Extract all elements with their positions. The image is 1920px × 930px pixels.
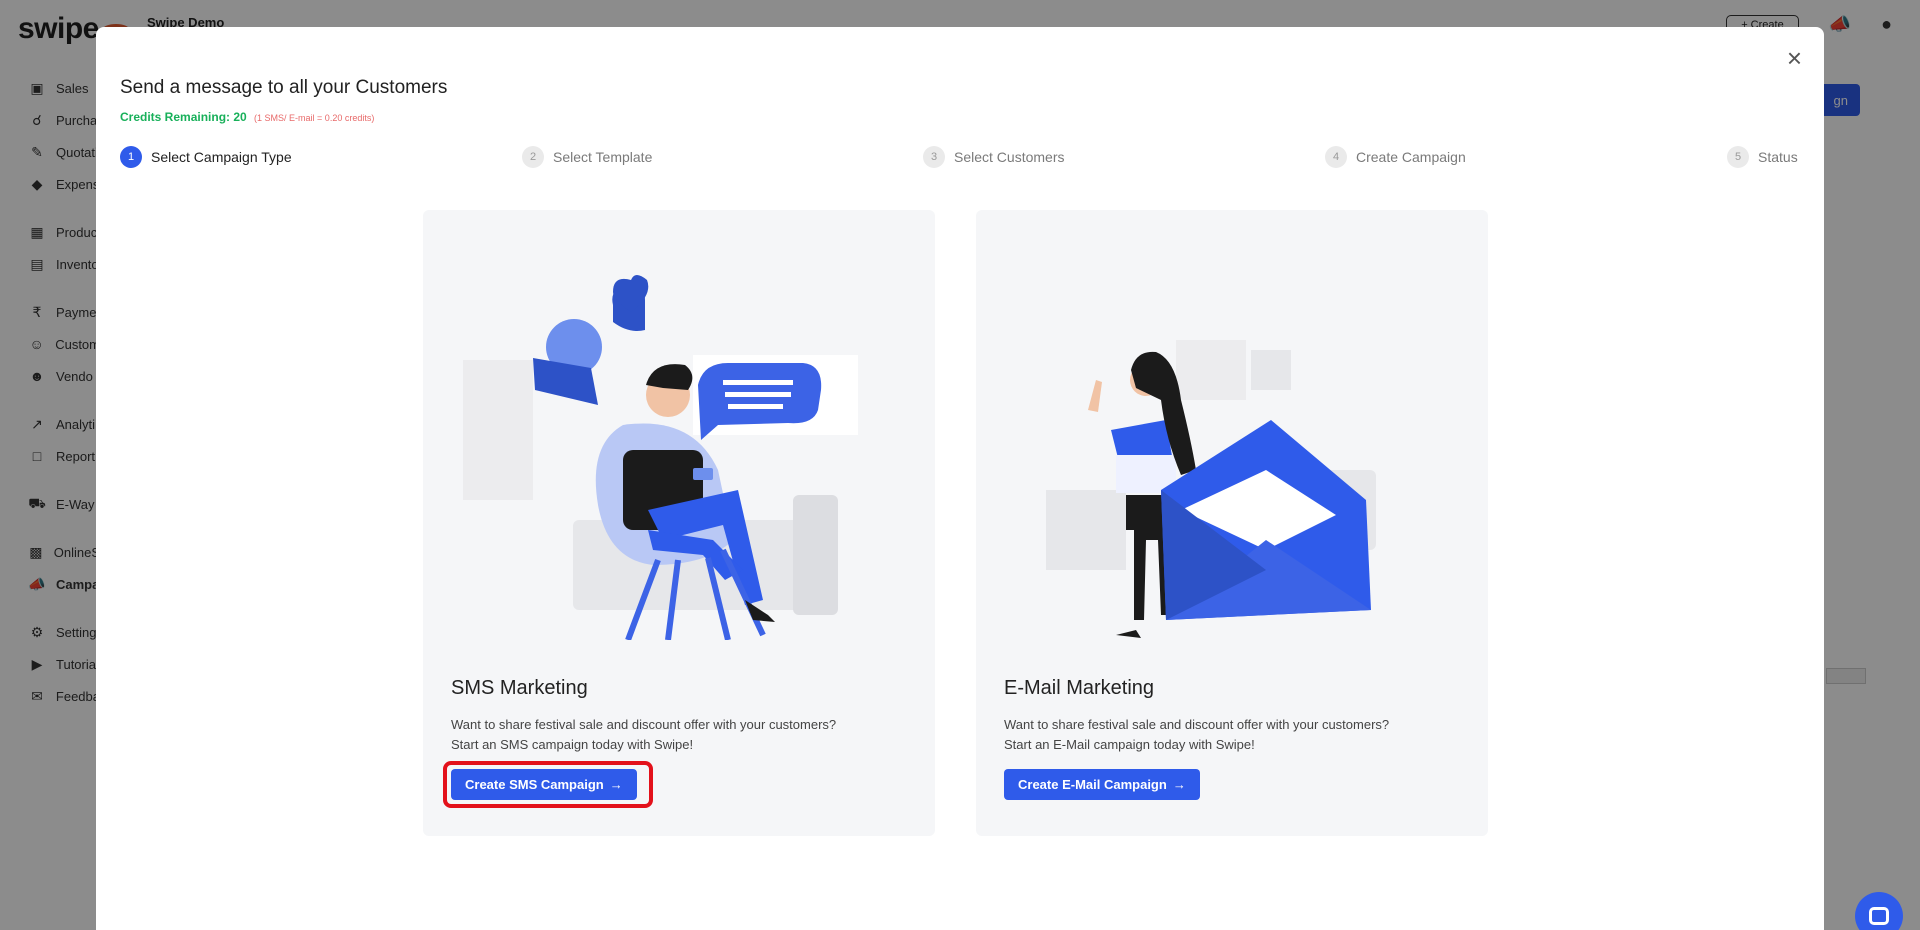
credits-label: Credits Remaining: 20 (120, 110, 247, 124)
step-create-campaign: 4 Create Campaign (1325, 146, 1466, 168)
email-card-description: Want to share festival sale and discount… (1004, 717, 1390, 752)
step-status: 5 Status (1727, 146, 1798, 168)
sms-illustration (463, 275, 858, 640)
step-select-template: 2 Select Template (522, 146, 652, 168)
sms-card-description: Want to share festival sale and discount… (451, 717, 837, 752)
email-illustration (1046, 340, 1376, 638)
sms-marketing-card: SMS Marketing Want to share festival sal… (423, 210, 935, 836)
create-sms-campaign-button[interactable]: Create SMS Campaign → (451, 769, 637, 800)
chat-icon (1869, 907, 1889, 925)
step-select-campaign-type: 1 Select Campaign Type (120, 146, 292, 168)
step-select-customers: 3 Select Customers (923, 146, 1064, 168)
email-card-title: E-Mail Marketing (1004, 677, 1155, 699)
sms-card-title: SMS Marketing (451, 677, 588, 699)
arrow-right-icon: → (1172, 777, 1186, 792)
modal-title: Send a message to all your Customers (120, 77, 448, 98)
email-marketing-card: E-Mail Marketing Want to share festival … (976, 210, 1488, 836)
close-button[interactable]: × (1787, 45, 1802, 71)
arrow-right-icon: → (609, 777, 623, 792)
credits-remaining: Credits Remaining: 20 (1 SMS/ E-mail = 0… (120, 110, 374, 124)
campaign-steps: 1 Select Campaign Type 2 Select Template 3… (120, 146, 1800, 170)
campaign-modal: × Send a message to all your Customers C… (96, 27, 1824, 930)
create-email-campaign-button[interactable]: Create E-Mail Campaign → (1004, 769, 1200, 800)
credits-note: (1 SMS/ E-mail = 0.20 credits) (254, 113, 375, 123)
